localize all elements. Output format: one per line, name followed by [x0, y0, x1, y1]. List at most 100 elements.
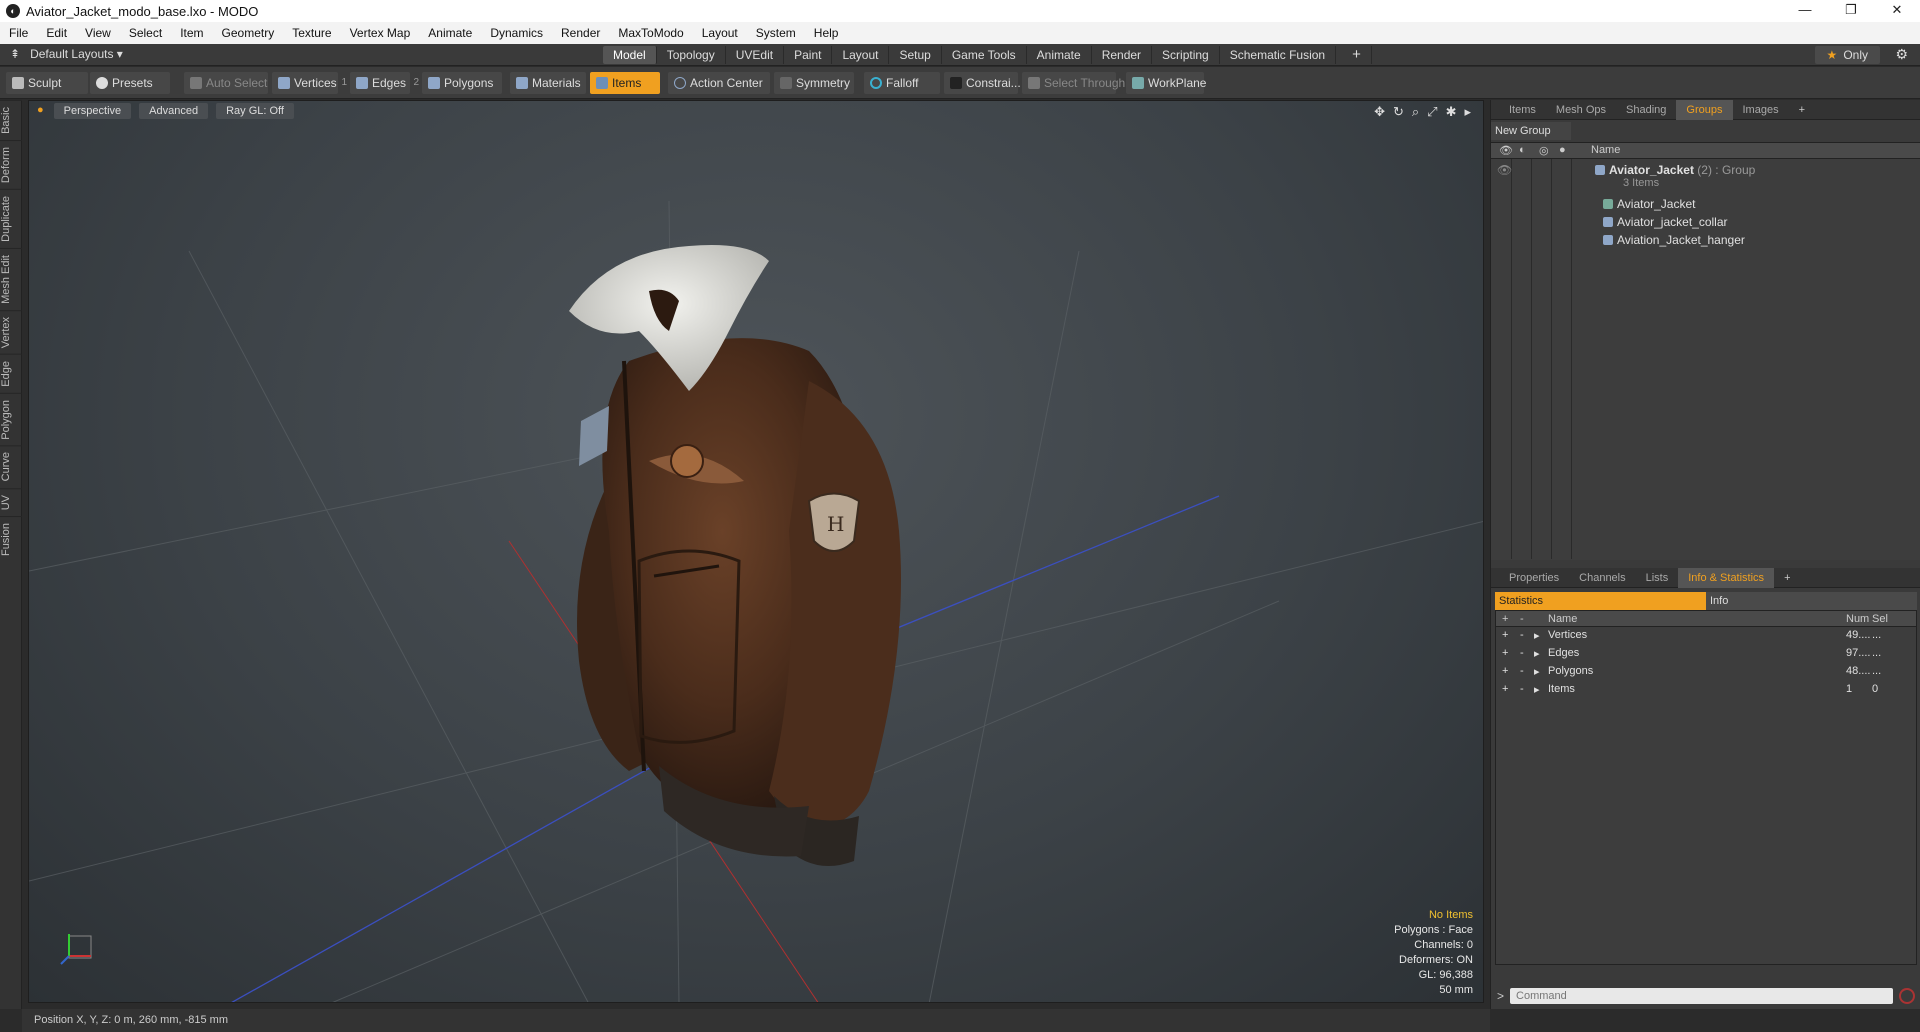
advanced-button[interactable]: Advanced	[139, 103, 209, 119]
table-row[interactable]: + - ▸ Edges 97.... ...	[1496, 645, 1916, 663]
visibility-toggle-icon[interactable]: 👁	[1497, 163, 1512, 177]
tab-animate[interactable]: Animate	[1027, 46, 1092, 64]
menu-maxtomodo[interactable]: MaxToModo	[609, 26, 692, 40]
tab-game-tools[interactable]: Game Tools	[942, 46, 1027, 64]
tab-model[interactable]: Model	[603, 46, 657, 64]
new-group-button[interactable]: New Group	[1491, 122, 1571, 140]
subtab-statistics[interactable]: Statistics	[1495, 592, 1706, 610]
add-icon[interactable]: +	[1502, 683, 1508, 695]
vtab-polygon[interactable]: Polygon	[0, 392, 22, 446]
remove-icon[interactable]: -	[1520, 629, 1524, 641]
close-button[interactable]: ✕	[1874, 0, 1920, 22]
tab-info-statistics[interactable]: Info & Statistics	[1678, 567, 1775, 588]
expand-all-icon[interactable]: +	[1502, 613, 1508, 625]
vtab-vertex[interactable]: Vertex	[0, 309, 22, 354]
vtab-edge[interactable]: Edge	[0, 353, 22, 393]
tab-properties[interactable]: Properties	[1499, 568, 1569, 588]
menu-view[interactable]: View	[76, 26, 120, 40]
tab-schematic-fusion[interactable]: Schematic Fusion	[1220, 46, 1337, 64]
gear-icon[interactable]: ⚙	[1895, 46, 1908, 63]
add-panel-tab-button[interactable]: +	[1789, 100, 1815, 120]
remove-icon[interactable]: -	[1520, 665, 1524, 677]
remove-icon[interactable]: -	[1520, 647, 1524, 659]
vtab-deform[interactable]: Deform	[0, 139, 22, 189]
menu-texture[interactable]: Texture	[283, 26, 340, 40]
vtab-basic[interactable]: Basic	[0, 100, 22, 140]
remove-icon[interactable]: -	[1520, 683, 1524, 695]
falloff-button[interactable]: Falloff	[864, 72, 940, 94]
add-icon[interactable]: +	[1502, 665, 1508, 677]
tab-render[interactable]: Render	[1092, 46, 1153, 64]
tab-topology[interactable]: Topology	[657, 46, 726, 64]
rotate-icon[interactable]: ↻	[1393, 104, 1404, 120]
aviator-jacket-model[interactable]: H	[569, 231, 1069, 931]
constraints-button[interactable]: Constrai...	[944, 72, 1021, 94]
fit-icon[interactable]: ⤢	[1427, 104, 1437, 120]
raygl-button[interactable]: Ray GL: Off	[216, 103, 294, 119]
menu-vertex-map[interactable]: Vertex Map	[341, 26, 420, 40]
menu-render[interactable]: Render	[552, 26, 609, 40]
menu-geometry[interactable]: Geometry	[213, 26, 284, 40]
subtab-info[interactable]: Info	[1706, 592, 1917, 610]
only-toggle[interactable]: ★ Only	[1814, 46, 1880, 64]
menu-item[interactable]: Item	[171, 26, 212, 40]
menu-system[interactable]: System	[747, 26, 805, 40]
record-icon[interactable]	[1899, 988, 1915, 1004]
menu-select[interactable]: Select	[120, 26, 171, 40]
expand-arrow-icon[interactable]: ▸	[1534, 665, 1540, 678]
presets-button[interactable]: Presets	[90, 72, 170, 94]
tab-lists[interactable]: Lists	[1636, 568, 1679, 588]
layouts-dropdown[interactable]: ⇞ Default Layouts ▾	[10, 47, 123, 61]
select-through-button[interactable]: Select Through	[1022, 72, 1125, 94]
collapse-all-icon[interactable]: -	[1520, 613, 1524, 625]
vtab-fusion[interactable]: Fusion	[0, 516, 22, 563]
tab-uvedit[interactable]: UVEdit	[726, 46, 785, 64]
menu-help[interactable]: Help	[805, 26, 848, 40]
tab-shading[interactable]: Shading	[1616, 100, 1676, 120]
tab-setup[interactable]: Setup	[889, 46, 942, 64]
list-item[interactable]: Aviation_Jacket_hanger	[1491, 233, 1920, 251]
play-icon[interactable]: ▸	[1464, 104, 1471, 120]
list-item[interactable]: Aviator_Jacket	[1491, 197, 1920, 215]
3d-viewport[interactable]: ● Perspective Advanced Ray GL: Off ✥ ↻ ⌕…	[28, 100, 1484, 1003]
table-row[interactable]: + - ▸ Items 1 0	[1496, 681, 1916, 699]
menu-edit[interactable]: Edit	[37, 26, 76, 40]
expand-arrow-icon[interactable]: ▸	[1534, 629, 1540, 642]
pan-icon[interactable]: ✥	[1374, 104, 1385, 120]
expand-arrow-icon[interactable]: ▸	[1534, 683, 1540, 696]
menu-file[interactable]: File	[0, 26, 37, 40]
viewport-menu-icon[interactable]: ●	[35, 103, 46, 119]
table-row[interactable]: + - ▸ Polygons 48.... ...	[1496, 663, 1916, 681]
expand-arrow-icon[interactable]: ▸	[1534, 647, 1540, 660]
tab-layout[interactable]: Layout	[832, 46, 890, 64]
vertices-button[interactable]: Vertices 1	[272, 72, 347, 94]
settings-icon[interactable]: ✱	[1446, 104, 1457, 120]
tab-channels[interactable]: Channels	[1569, 568, 1635, 588]
tab-groups[interactable]: Groups	[1676, 99, 1733, 120]
symmetry-button[interactable]: Symmetry	[774, 72, 854, 94]
tab-items[interactable]: Items	[1499, 100, 1546, 120]
items-button[interactable]: Items	[590, 72, 660, 94]
tab-paint[interactable]: Paint	[784, 46, 833, 64]
polygons-button[interactable]: Polygons	[422, 72, 502, 94]
vtab-uv[interactable]: UV	[0, 487, 22, 517]
list-item[interactable]: Aviator_jacket_collar	[1491, 215, 1920, 233]
minimize-button[interactable]: —	[1782, 0, 1828, 22]
add-icon[interactable]: +	[1502, 629, 1508, 641]
action-center-button[interactable]: Action Center	[668, 72, 770, 94]
view-mode-button[interactable]: Perspective	[53, 103, 132, 119]
sculpt-button[interactable]: Sculpt	[6, 72, 88, 94]
menu-animate[interactable]: Animate	[419, 26, 481, 40]
add-icon[interactable]: +	[1502, 647, 1508, 659]
add-stats-tab-button[interactable]: +	[1774, 568, 1800, 588]
menu-dynamics[interactable]: Dynamics	[481, 26, 552, 40]
add-tab-button[interactable]: +	[1342, 46, 1372, 64]
materials-button[interactable]: Materials	[510, 72, 586, 94]
zoom-icon[interactable]: ⌕	[1412, 104, 1419, 120]
tab-mesh-ops[interactable]: Mesh Ops	[1546, 100, 1616, 120]
auto-select-button[interactable]: Auto Select	[184, 72, 268, 94]
command-input[interactable]: Command	[1510, 988, 1893, 1004]
vtab-mesh-edit[interactable]: Mesh Edit	[0, 247, 22, 310]
maximize-button[interactable]: ❐	[1828, 0, 1874, 22]
vtab-curve[interactable]: Curve	[0, 445, 22, 488]
